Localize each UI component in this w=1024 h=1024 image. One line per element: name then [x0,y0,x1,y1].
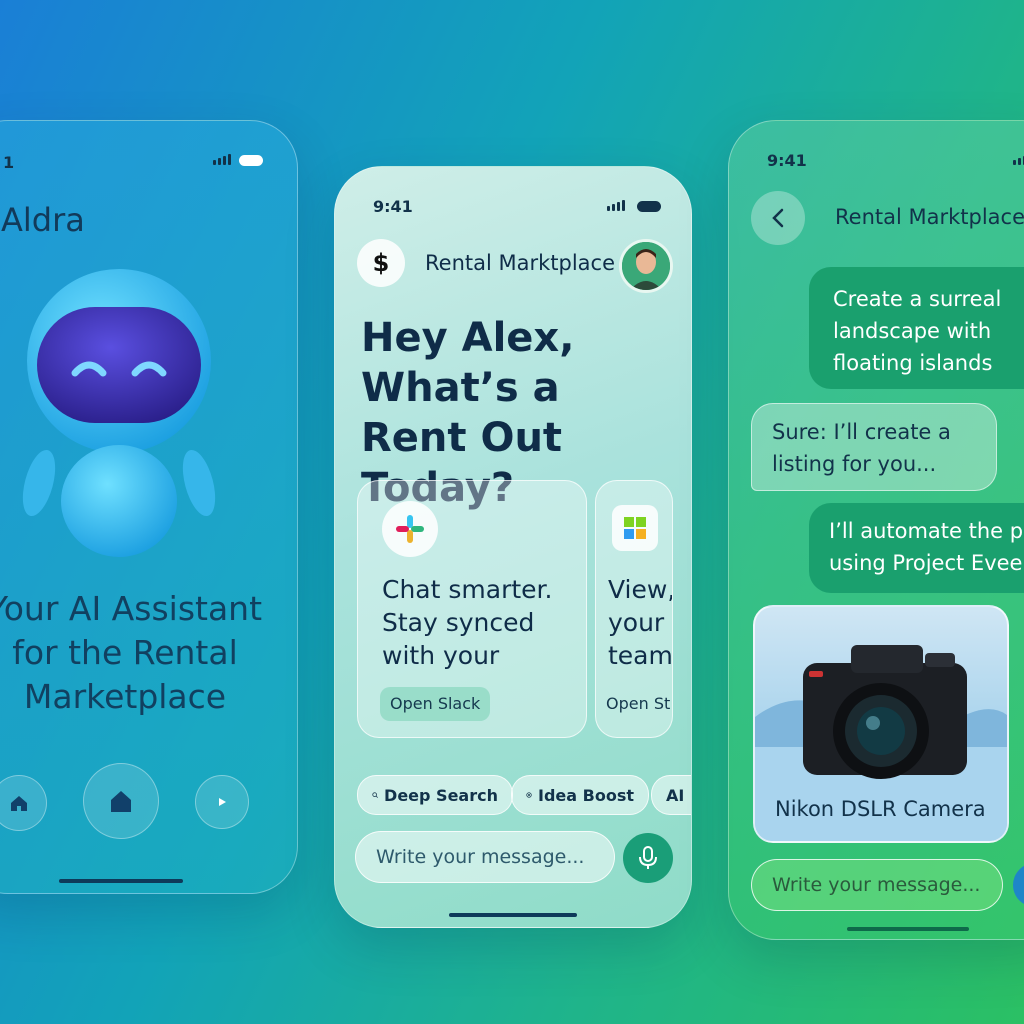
product-image-card[interactable]: Nikon DSLR Camera [753,605,1009,843]
user-message-bubble: Create a surreal landscape with floating… [809,267,1024,389]
search-icon [372,792,378,798]
microphone-icon [639,846,657,869]
card-text-line: View, [608,575,673,604]
play-icon [219,798,226,806]
slack-card[interactable]: Chat smarter. Stay synced with your Open… [357,480,587,738]
message-line: I’ll automate the pro [829,519,1024,543]
open-button[interactable]: Open St [602,687,672,721]
signal-icon [213,154,231,165]
home-indicator [59,879,183,883]
idea-boost-chip[interactable]: Idea Boost [511,775,649,815]
status-time: 1 [3,153,15,172]
nav-play-button[interactable] [195,775,249,829]
hero-headline: Your AI Assistant for the Rental Marketp… [0,589,263,716]
microphone-button[interactable] [623,833,673,883]
chip-label: Idea Boost [538,785,634,805]
app-title: Rental Marktplace [425,251,616,275]
message-line: landscape with [833,319,992,343]
nav-main-button[interactable] [83,763,159,839]
robot-mascot-illustration [22,269,216,557]
microsoft-icon [624,517,646,539]
avatar[interactable] [619,239,673,293]
center-phone-screen: 9:41 $ Rental Marktplace Hey Alex, What’… [334,166,692,928]
app-logo[interactable]: $ [357,239,405,287]
message-line: Create a surreal [833,287,1002,311]
battery-icon [239,155,263,166]
product-label: Nikon DSLR Camera [775,797,986,821]
user-avatar-icon [622,242,670,290]
chip-label: Deep Search [384,785,498,805]
signal-icon [607,200,625,211]
left-phone-screen: 1 Aldra Your AI Assistant for the Rental… [0,120,298,894]
message-line: using Project Evee [829,551,1023,575]
microsoft-icon-box [612,505,658,551]
open-slack-button[interactable]: Open Slack [380,687,491,721]
card-text-line: Chat smarter. [382,575,553,604]
home-indicator [847,927,969,931]
slack-icon [396,515,424,543]
message-input[interactable]: Write your message... [751,859,1003,911]
ai-chip[interactable]: AI I [651,775,691,815]
message-line: Sure: I’ll create a [772,420,951,444]
user-message-bubble: I’ll automate the pro using Project Evee [809,503,1024,593]
home-icon [11,796,27,811]
card-text-line: team [608,641,673,670]
battery-icon [637,201,661,212]
right-phone-screen: 9:41 Rental Marktplace Create a surreal … [728,120,1024,940]
status-time: 9:41 [767,151,807,170]
card-text-line: Stay synced [382,608,535,637]
deep-search-chip[interactable]: Deep Search [357,775,513,815]
message-line: listing for you... [772,452,937,476]
signal-icon [1013,154,1024,165]
status-time: 9:41 [373,197,413,216]
chevron-left-icon [772,208,784,228]
nav-home-button[interactable] [0,775,47,831]
slack-icon-circle [382,501,438,557]
back-button[interactable] [751,191,805,245]
home-filled-icon [111,791,131,812]
message-line: floating islands [833,351,993,375]
card-text-line: your [608,608,665,637]
target-icon [526,792,532,798]
chip-label: AI I [666,785,691,805]
home-indicator [449,913,577,917]
app-name: Aldra [1,201,85,239]
send-button[interactable] [1013,863,1024,907]
chat-title: Rental Marktplace [835,205,1024,229]
card-text-line: with your [382,641,500,670]
assistant-message-bubble: Sure: I’ll create a listing for you... [751,403,997,491]
message-input[interactable]: Write your message... [355,831,615,883]
second-integration-card[interactable]: View, your team Open St [595,480,673,738]
